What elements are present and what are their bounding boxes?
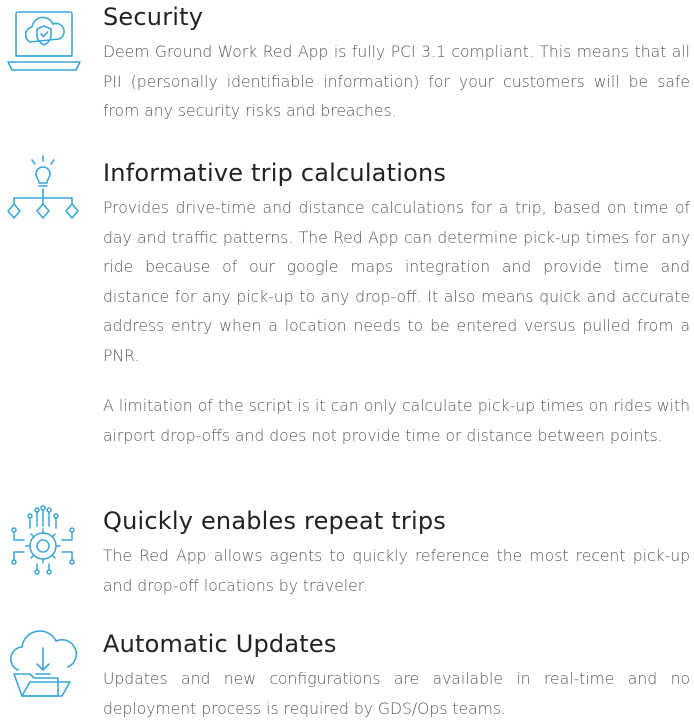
feature-description: The Red App allows agents to quickly ref…	[103, 547, 690, 595]
lightbulb-flowchart-icon	[0, 152, 86, 238]
feature-title: Informative trip calculations	[103, 159, 447, 187]
feature-description: Deem Ground Work Red App is fully PCI 3.…	[103, 43, 690, 120]
cloud-download-folder-icon	[0, 624, 86, 710]
feature-note: A limitation of the script is it can onl…	[103, 397, 690, 445]
feature-title: Automatic Updates	[103, 630, 337, 658]
gear-circuit-icon	[0, 498, 86, 584]
feature-title: Security	[103, 3, 204, 31]
feature-description: Provides drive-time and distance calcula…	[103, 199, 690, 365]
cloud-shield-laptop-icon	[2, 4, 88, 90]
feature-page: { "features": [ { "icon": "cloud-shield-…	[0, 0, 694, 721]
feature-title: Quickly enables repeat trips	[103, 507, 446, 535]
feature-description: Updates and new configurations are avail…	[103, 670, 690, 718]
